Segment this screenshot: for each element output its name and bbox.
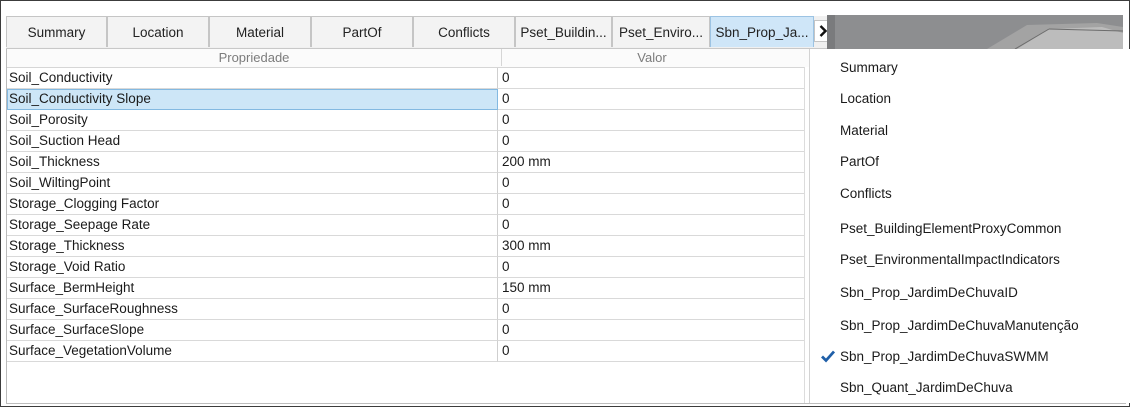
table-row[interactable]: Storage_Void Ratio 0: [7, 257, 804, 278]
property-value: 0: [498, 341, 804, 362]
tab-summary[interactable]: Summary: [6, 16, 107, 47]
property-name: Storage_Thickness: [7, 236, 498, 257]
grid-header: Propriedade Valor: [7, 49, 810, 68]
tab-label: PartOf: [342, 24, 382, 40]
menu-item-label: Pset_BuildingElementProxyCommon: [840, 221, 1062, 236]
menu-item-label: Material: [840, 123, 889, 138]
table-row[interactable]: Storage_Thickness 300 mm: [7, 236, 804, 257]
property-name: Surface_SurfaceRoughness: [7, 299, 498, 320]
property-value: 0: [498, 257, 804, 278]
tab-bar: Summary Location Material PartOf Conflic…: [6, 16, 832, 49]
chevron-right-icon: [819, 25, 827, 37]
menu-item-label: Summary: [840, 60, 898, 75]
table-row-selected[interactable]: Soil_Conductivity Slope 0: [7, 89, 804, 110]
property-name: Soil_Suction Head: [7, 131, 498, 152]
tab-label: Conflicts: [438, 24, 490, 40]
menu-item-label: Sbn_Quant_JardimDeChuva: [840, 380, 1013, 395]
property-value: 300 mm: [498, 236, 804, 257]
column-header-value[interactable]: Valor: [502, 49, 802, 66]
viewport-geometry: [827, 15, 1123, 49]
menu-item-conflicts[interactable]: Conflicts: [810, 178, 1130, 209]
table-row[interactable]: Surface_BermHeight 150 mm: [7, 278, 804, 299]
menu-item-sbn-quant[interactable]: Sbn_Quant_JardimDeChuva: [810, 372, 1130, 403]
property-value: 150 mm: [498, 278, 804, 299]
property-name: Storage_Clogging Factor: [7, 194, 498, 215]
properties-window: Summary Location Material PartOf Conflic…: [0, 0, 1130, 407]
property-grid: Propriedade Valor Soil_Conductivity 0 So…: [6, 49, 811, 403]
table-row[interactable]: Soil_Thickness 200 mm: [7, 152, 804, 173]
checkmark-icon: [821, 350, 836, 363]
table-row[interactable]: Soil_WiltingPoint 0: [7, 173, 804, 194]
tab-location[interactable]: Location: [107, 16, 209, 47]
property-name: Storage_Void Ratio: [7, 257, 498, 278]
tab-pset-enviro[interactable]: Pset_Enviro...: [612, 16, 710, 47]
table-row[interactable]: Storage_Seepage Rate 0: [7, 215, 804, 236]
tab-label: Summary: [27, 24, 86, 40]
property-value: 0: [498, 173, 804, 194]
3d-viewport[interactable]: [827, 15, 1123, 49]
table-row[interactable]: Surface_VegetationVolume 0: [7, 341, 804, 362]
property-value: 0: [498, 89, 804, 110]
menu-item-label: Sbn_Prop_JardimDeChuvaManutenção: [840, 318, 1079, 333]
tab-label: Location: [132, 24, 184, 40]
tab-label: Pset_Buildin...: [520, 24, 607, 40]
menu-item-pset-environmental[interactable]: Pset_EnvironmentalImpactIndicators: [810, 244, 1130, 275]
property-name: Surface_SurfaceSlope: [7, 320, 498, 341]
property-value: 0: [498, 320, 804, 341]
property-value: 0: [498, 299, 804, 320]
property-name: Soil_Porosity: [7, 110, 498, 131]
property-value: 0: [498, 68, 804, 89]
menu-item-partof[interactable]: PartOf: [810, 146, 1130, 177]
menu-item-label: PartOf: [840, 154, 880, 169]
menu-item-sbn-prop-id[interactable]: Sbn_Prop_JardimDeChuvaID: [810, 277, 1130, 308]
tab-label: Material: [235, 24, 284, 40]
table-row[interactable]: Storage_Clogging Factor 0: [7, 194, 804, 215]
property-value: 0: [498, 194, 804, 215]
column-header-property[interactable]: Propriedade: [7, 49, 502, 66]
tab-material[interactable]: Material: [209, 16, 311, 47]
table-row[interactable]: Soil_Conductivity 0: [7, 68, 804, 89]
property-name: Soil_Conductivity Slope: [7, 89, 498, 110]
menu-item-material[interactable]: Material: [810, 115, 1130, 146]
menu-item-label: Conflicts: [840, 186, 892, 201]
property-value: 0: [498, 131, 804, 152]
property-value: 200 mm: [498, 152, 804, 173]
property-name: Storage_Seepage Rate: [7, 215, 498, 236]
tab-label: Sbn_Prop_Ja...: [715, 24, 809, 40]
divider: [6, 403, 1126, 404]
menu-item-label: Sbn_Prop_JardimDeChuvaID: [840, 285, 1018, 300]
property-name: Surface_BermHeight: [7, 278, 498, 299]
menu-item-summary[interactable]: Summary: [810, 52, 1130, 83]
property-value: 0: [498, 110, 804, 131]
tab-label: Pset_Enviro...: [618, 24, 704, 40]
table-row[interactable]: Surface_SurfaceRoughness 0: [7, 299, 804, 320]
property-name: Soil_Thickness: [7, 152, 498, 173]
menu-item-sbn-prop-manutencao[interactable]: Sbn_Prop_JardimDeChuvaManutenção: [810, 310, 1130, 341]
property-name: Soil_WiltingPoint: [7, 173, 498, 194]
menu-item-label: Location: [840, 91, 892, 106]
tab-partof[interactable]: PartOf: [311, 16, 413, 47]
menu-item-label: Sbn_Prop_JardimDeChuvaSWMM: [840, 349, 1049, 364]
property-value: 0: [498, 215, 804, 236]
property-name: Soil_Conductivity: [7, 68, 498, 89]
menu-item-label: Pset_EnvironmentalImpactIndicators: [840, 252, 1060, 267]
tab-overflow-menu: Summary Location Material PartOf Conflic…: [809, 49, 1130, 403]
property-name: Surface_VegetationVolume: [7, 341, 498, 362]
tab-sbn-prop[interactable]: Sbn_Prop_Ja...: [710, 16, 814, 47]
menu-item-pset-building[interactable]: Pset_BuildingElementProxyCommon: [810, 213, 1130, 244]
table-row[interactable]: Surface_SurfaceSlope 0: [7, 320, 804, 341]
menu-item-sbn-prop-swmm[interactable]: Sbn_Prop_JardimDeChuvaSWMM: [810, 341, 1130, 372]
menu-item-location[interactable]: Location: [810, 83, 1130, 114]
table-row[interactable]: Soil_Porosity 0: [7, 110, 804, 131]
tab-conflicts[interactable]: Conflicts: [413, 16, 515, 47]
table-row[interactable]: Soil_Suction Head 0: [7, 131, 804, 152]
tab-pset-building[interactable]: Pset_Buildin...: [515, 16, 612, 47]
